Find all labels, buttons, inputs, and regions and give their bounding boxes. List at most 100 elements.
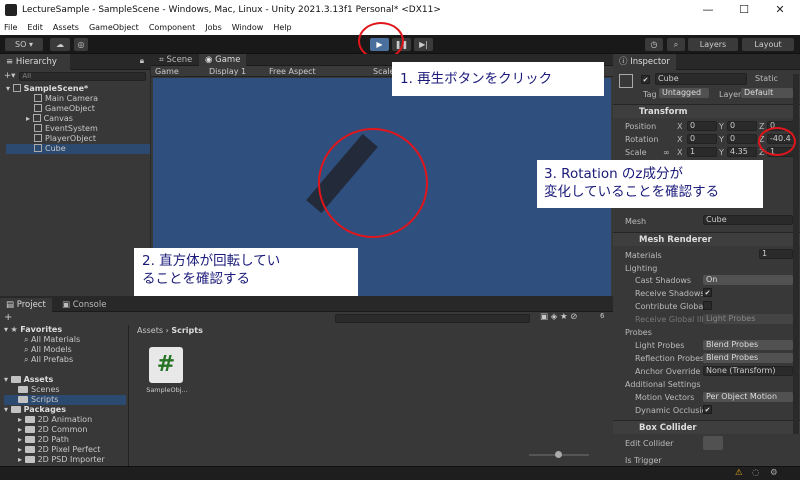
account-dropdown[interactable]: SO ▾ (5, 38, 43, 51)
hierarchy-item-label: Main Camera (45, 94, 99, 103)
position-x-field[interactable]: 0 (687, 121, 717, 131)
close-button[interactable]: ✕ (762, 0, 798, 20)
layer-dropdown[interactable]: Default (741, 88, 793, 98)
callout-step2-line2: ることを確認する (142, 271, 250, 287)
warning-icon[interactable]: ⚠ (735, 468, 743, 478)
hierarchy-item[interactable]: GameObject (6, 104, 150, 114)
layer-label: Layer (719, 90, 742, 99)
tab-inspector[interactable]: ⓘ Inspector (613, 54, 676, 70)
menu-file[interactable]: File (4, 20, 17, 35)
csharp-script-icon[interactable]: # (149, 347, 183, 383)
motion-vectors-label: Motion Vectors (635, 393, 695, 402)
tab-console[interactable]: ▣ Console (56, 298, 112, 312)
tree-favorites[interactable]: ▾ ★ Favorites (4, 325, 126, 335)
receive-shadows-checkbox[interactable]: ✔ (703, 288, 712, 297)
tab-game[interactable]: ◉ Game (199, 54, 247, 66)
breadcrumb: Assets › Scripts (129, 325, 613, 337)
cloud-icon[interactable]: ☁ (50, 38, 70, 51)
tree-packages[interactable]: ▾ Packages (4, 405, 126, 415)
inspector-scrollbar[interactable] (793, 74, 799, 434)
tree-item[interactable]: ▸ 2D Path (4, 435, 126, 445)
dynamic-occlusion-checkbox[interactable]: ✔ (703, 405, 712, 414)
tree-item[interactable]: ▸ 2D Pixel Perfect (4, 445, 126, 455)
tab-hierarchy[interactable]: ≡ Hierarchy (0, 54, 70, 70)
tree-assets[interactable]: ▾ Assets (4, 375, 126, 385)
project-search-input[interactable] (335, 314, 530, 323)
scale-y-field[interactable]: 4.35 (727, 147, 757, 157)
layers-dropdown[interactable]: Layers (688, 38, 738, 51)
progress-icon[interactable]: ◌ (752, 468, 759, 478)
window-title: LectureSample - SampleScene - Windows, M… (22, 5, 441, 15)
reflection-probes-dropdown[interactable]: Blend Probes (703, 353, 793, 363)
search-icon[interactable]: ⌕ (667, 38, 685, 51)
position-y-field[interactable]: 0 (727, 121, 757, 131)
layout-dropdown[interactable]: Layout (742, 38, 794, 51)
menu-jobs[interactable]: Jobs (205, 20, 222, 35)
hierarchy-item[interactable]: ▸ Canvas (6, 114, 150, 124)
receive-gi-dropdown[interactable]: Light Probes (703, 314, 793, 324)
tag-dropdown[interactable]: Untagged (659, 88, 709, 98)
tab-scene[interactable]: ⌗ Scene (153, 54, 198, 66)
scene-row[interactable]: ▾ SampleScene* (6, 84, 150, 94)
collab-icon[interactable]: ◎ (74, 38, 88, 51)
transform-header[interactable]: Transform (613, 104, 800, 118)
rotation-x-field[interactable]: 0 (687, 134, 717, 144)
menu-edit[interactable]: Edit (27, 20, 43, 35)
aspect-dropdown[interactable]: Free Aspect (269, 66, 316, 77)
tree-item[interactable]: ⌕ All Materials (4, 335, 126, 345)
menu-gameobject[interactable]: GameObject (89, 20, 139, 35)
game-mode-dropdown[interactable]: Game (155, 66, 179, 77)
project-filter-icons[interactable]: ▣ ◈ ★ ⊘ (540, 312, 577, 322)
box-collider-header[interactable]: Box Collider (613, 420, 800, 434)
history-icon[interactable]: ◷ (645, 38, 663, 51)
step-button[interactable]: ▶| (414, 38, 433, 51)
menu-help[interactable]: Help (273, 20, 291, 35)
display-dropdown[interactable]: Display 1 (209, 66, 246, 77)
object-name-field[interactable]: Cube (655, 73, 747, 85)
tree-item[interactable]: ⌕ All Prefabs (4, 355, 126, 365)
edit-collider-button[interactable] (703, 436, 723, 450)
active-checkbox[interactable]: ✔ (641, 75, 650, 84)
light-probes-dropdown[interactable]: Blend Probes (703, 340, 793, 350)
unity-logo-icon (5, 4, 17, 16)
tree-item[interactable]: Scenes (4, 385, 126, 395)
materials-count-field[interactable]: 1 (759, 249, 793, 259)
anchor-override-field[interactable]: None (Transform) (703, 366, 793, 376)
cast-shadows-dropdown[interactable]: On (703, 275, 793, 285)
rotation-y-field[interactable]: 0 (727, 134, 757, 144)
hierarchy-item[interactable]: Main Camera (6, 94, 150, 104)
hierarchy-item[interactable]: PlayerObject (6, 134, 150, 144)
menu-component[interactable]: Component (149, 20, 195, 35)
project-add-button[interactable]: + (4, 312, 12, 323)
menu-window[interactable]: Window (232, 20, 264, 35)
breadcrumb-scripts[interactable]: Scripts (171, 326, 203, 335)
breadcrumb-assets[interactable]: Assets (137, 326, 163, 335)
tab-scene-label: Scene (166, 55, 193, 65)
menu-assets[interactable]: Assets (53, 20, 79, 35)
tree-item-selected[interactable]: Scripts (4, 395, 126, 405)
icon-size-slider-thumb[interactable] (555, 451, 562, 458)
contribute-gi-checkbox[interactable] (703, 301, 712, 310)
hidden-count-badge: 6 (600, 312, 605, 320)
tree-item[interactable]: ▸ 2D PSD Importer (4, 455, 126, 465)
mesh-field[interactable]: Cube (703, 215, 793, 225)
hierarchy-search-input[interactable]: All (19, 71, 146, 81)
lock-icon[interactable]: 🔒︎ (140, 56, 144, 66)
tree-item[interactable]: ▸ 2D Common (4, 425, 126, 435)
tab-project[interactable]: ▤ Project (0, 298, 52, 312)
constrain-proportions-icon[interactable]: ∞ (663, 148, 670, 157)
mesh-renderer-header[interactable]: Mesh Renderer (613, 232, 800, 246)
minimize-button[interactable]: — (690, 0, 726, 20)
tree-item[interactable]: ▸ 2D Animation (4, 415, 126, 425)
scale-x-field[interactable]: 1 (687, 147, 717, 157)
callout-step3: 3. Rotation のz成分が 変化していることを確認する (537, 160, 763, 208)
add-icon[interactable]: +▾ (4, 71, 15, 81)
tree-item[interactable]: ⌕ All Models (4, 345, 126, 355)
motion-vectors-dropdown[interactable]: Per Object Motion (703, 392, 793, 402)
debug-icon[interactable]: ⚙ (770, 468, 778, 478)
maximize-button[interactable]: ☐ (726, 0, 762, 20)
hierarchy-item-selected[interactable]: Cube (6, 144, 150, 154)
reflection-probes-label: Reflection Probes (635, 354, 705, 363)
hierarchy-item[interactable]: EventSystem (6, 124, 150, 134)
